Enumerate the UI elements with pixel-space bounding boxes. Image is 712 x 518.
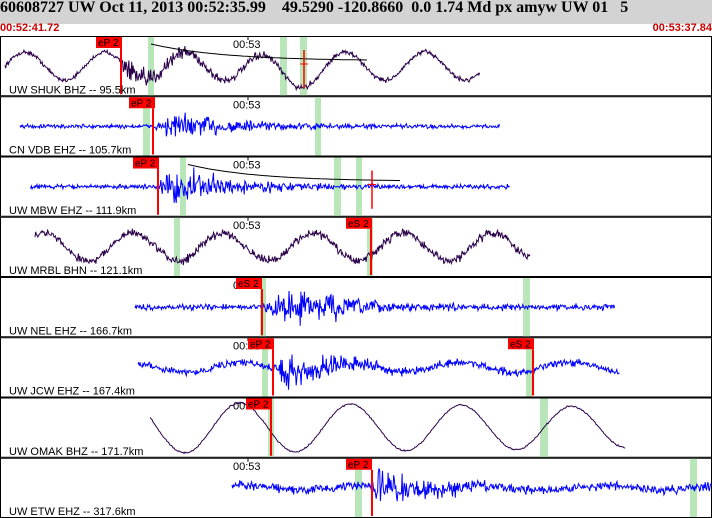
pick-label: eP 2 — [135, 159, 156, 170]
time-tick-label: 00:53 — [233, 160, 261, 172]
trace-row-nel: 00:53eS 2UW NEL EHZ -- 166.7km — [0, 277, 712, 338]
waveform — [34, 228, 531, 266]
pick-label: eP 2 — [131, 98, 152, 109]
trace-row-shuk: 00:53 eP 2 UW SHUK BHZ -- 95.5km — [0, 36, 712, 97]
time-tick-label: 00:53 — [233, 99, 261, 111]
pick-label: eP 2 — [250, 339, 271, 350]
station-label: UW MRBL BHN -- 121.1km — [9, 265, 142, 277]
pick-window — [148, 37, 154, 96]
coda-curve — [187, 164, 400, 181]
pick-label: eS 2 — [348, 219, 369, 230]
pick-window — [280, 37, 287, 96]
station-label: UW JCW EHZ -- 167.4km — [9, 386, 135, 398]
trace-row-mbw: 00:53 eP 2 UW MBW EHZ -- 111.9km — [0, 156, 712, 217]
time-tick-label: 00:53 — [233, 220, 261, 232]
trace-row-jcw: 00:53eP 2 eS 2UW JCW EHZ -- 167.4km — [0, 337, 712, 398]
waveform — [29, 167, 510, 203]
event-header: 60608727 UW Oct 11, 2013 00:52:35.99 49.… — [0, 0, 712, 24]
station-label: UW NEL EHZ -- 166.7km — [9, 325, 132, 337]
end-time: 00:53:37.84 — [652, 22, 712, 34]
waveform — [19, 112, 500, 137]
station-label: UW SHUK BHZ -- 95.5km — [9, 84, 136, 96]
pick-label: eP 2 — [248, 400, 269, 411]
pick-window — [174, 217, 180, 276]
waveform — [231, 467, 712, 502]
waveform — [149, 401, 626, 455]
station-label: UW MBW EHZ -- 111.9km — [9, 205, 136, 217]
pick-label: eS 2 — [238, 279, 259, 290]
event-title: 60608727 UW Oct 11, 2013 00:52:35.99 49.… — [0, 0, 629, 16]
waveform — [134, 290, 615, 326]
seismogram-panel: 00:53 eP 2 UW SHUK BHZ -- 95.5km 00:53 eP 2 C… — [0, 36, 712, 518]
pick-label: eS 2 — [510, 339, 531, 350]
trace-row-omak: 00:53eP 2UW OMAK BHZ -- 171.7km — [0, 397, 712, 458]
pick-label: eP 2 — [348, 460, 369, 471]
trace-row-mrbl: 00:53 eS 2 UW MRBL BHN -- 121.1km — [0, 216, 712, 277]
station-label: UW OMAK BHZ -- 171.7km — [9, 446, 143, 458]
time-tick-label: 00:53 — [233, 39, 261, 51]
time-tick-label: 00:53 — [233, 461, 261, 473]
trace-row-etw: 00:53 eP 2 UW ETW EHZ -- 317.6km — [0, 457, 712, 518]
start-time: 00:52:41.72 — [0, 22, 60, 34]
trace-row-vdb: 00:53 eP 2 CN VDB EHZ -- 105.7km — [0, 96, 712, 157]
waveform — [4, 46, 481, 92]
pick-label: eP 2 — [98, 38, 119, 49]
station-label: UW ETW EHZ -- 317.6km — [9, 506, 136, 518]
waveform — [137, 354, 620, 390]
station-label: CN VDB EHZ -- 105.7km — [9, 145, 131, 157]
